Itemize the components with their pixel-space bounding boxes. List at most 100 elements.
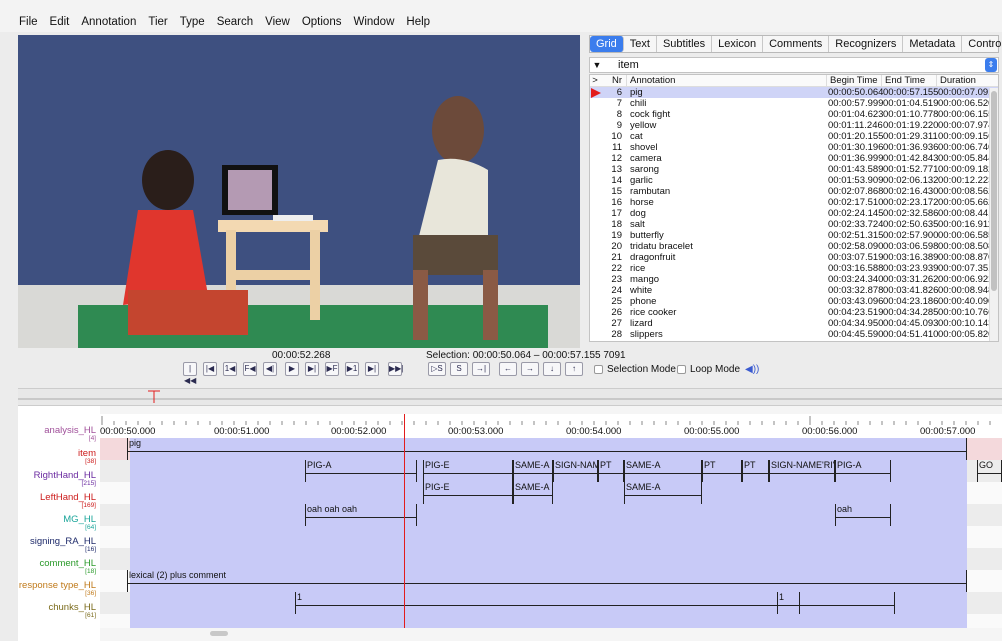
tier-label[interactable]: comment_HL [18]: [40, 559, 97, 575]
player-button-7[interactable]: ▶|: [305, 362, 319, 376]
col-begin-time[interactable]: Begin Time: [826, 75, 881, 86]
timeline-scrollbar[interactable]: [100, 628, 1002, 641]
annotation-righthand[interactable]: PT: [742, 460, 769, 482]
loop-mode-checkbox[interactable]: [677, 365, 686, 374]
annotation-item[interactable]: pig: [127, 438, 967, 460]
tier-label[interactable]: LeftHand_HL [169]: [40, 493, 96, 509]
annotation-chunks[interactable]: 1: [777, 592, 895, 614]
table-row[interactable]: 16 horse 00:02:17.510 00:02:23.172 00:00:05.…: [590, 197, 998, 208]
table-row[interactable]: 18 salt 00:02:33.724 00:02:50.635 00:00:16.9…: [590, 219, 998, 230]
annotation-righthand[interactable]: PIG-E: [423, 460, 513, 482]
tab-lexicon[interactable]: Lexicon: [712, 36, 764, 52]
tier-label[interactable]: signing_RA_HL [16]: [30, 537, 96, 553]
dropdown-arrow-icon[interactable]: ⇕: [985, 58, 997, 72]
menu-search[interactable]: Search: [217, 16, 253, 28]
table-row[interactable]: 23 mango 00:03:24.340 00:03:31.262 00:00:06.…: [590, 274, 998, 285]
menu-file[interactable]: File: [19, 16, 38, 28]
collapse-triangle-icon[interactable]: ▼: [590, 60, 604, 70]
table-row[interactable]: 13 sarong 00:01:43.589 00:01:52.771 00:00:09…: [590, 164, 998, 175]
player-button-6[interactable]: ▶: [285, 362, 299, 376]
selection-button-2[interactable]: S: [450, 362, 468, 376]
menu-help[interactable]: Help: [406, 16, 430, 28]
tab-metadata[interactable]: Metadata: [903, 36, 963, 52]
table-row[interactable]: 27 lizard 00:04:34.950 00:04:45.093 00:00:10…: [590, 318, 998, 329]
col-end-time[interactable]: End Time: [881, 75, 936, 86]
nav-button-1[interactable]: ←: [499, 362, 517, 376]
tier-label[interactable]: item [38]: [78, 449, 96, 465]
annotation-lefthand[interactable]: SAME-A: [513, 482, 553, 504]
player-button-5[interactable]: ◀|: [263, 362, 277, 376]
grid-scrollbar[interactable]: [989, 88, 998, 341]
nav-button-3[interactable]: ↓: [543, 362, 561, 376]
nav-button-4[interactable]: ↑: [565, 362, 583, 376]
annotation-chunks[interactable]: 1: [295, 592, 800, 614]
annotation-righthand[interactable]: GO: [977, 460, 1002, 482]
menu-window[interactable]: Window: [353, 16, 394, 28]
selection-button-1[interactable]: ▷S: [428, 362, 446, 376]
annotation-mg[interactable]: oah oah oah: [305, 504, 417, 526]
annotation-righthand[interactable]: PIG-A: [835, 460, 891, 482]
player-button-1[interactable]: |◀◀: [183, 362, 197, 385]
annotation-righthand[interactable]: SIGN-NAM: [553, 460, 598, 482]
col-nr[interactable]: Nr: [600, 75, 626, 86]
table-row[interactable]: 8 cock fight 00:01:04.623 00:01:10.778 00:00…: [590, 109, 998, 120]
col-annotation[interactable]: Annotation: [626, 75, 826, 86]
nav-button-2[interactable]: →: [521, 362, 539, 376]
tier-label[interactable]: response type_HL [36]: [19, 581, 96, 597]
tab-comments[interactable]: Comments: [763, 36, 830, 52]
table-row[interactable]: 9 yellow 00:01:11.246 00:01:19.220 00:00:07.…: [590, 120, 998, 131]
annotation-lefthand[interactable]: PIG-E: [423, 482, 513, 504]
timeline-viewer[interactable]: analysis_HL [4] item [38] RightHand_HL [215] L…: [18, 406, 1002, 641]
table-row[interactable]: 7 chili 00:00:57.999 00:01:04.519 00:00:06.5…: [590, 98, 998, 109]
annotation-lefthand[interactable]: SAME-A: [624, 482, 702, 504]
player-button-10[interactable]: ▶|: [365, 362, 379, 376]
tab-subtitles[interactable]: Subtitles: [657, 36, 713, 52]
table-row[interactable]: 11 shovel 00:01:30.196 00:01:36.936 00:00:06…: [590, 142, 998, 153]
tab-text[interactable]: Text: [624, 36, 657, 52]
table-row[interactable]: 6 pig 00:00:50.064 00:00:57.155 00:00:07.091: [590, 87, 998, 98]
player-button-3[interactable]: 1◀: [223, 362, 237, 376]
table-row[interactable]: 22 rice 00:03:16.588 00:03:23.939 00:00:07.3…: [590, 263, 998, 274]
table-row[interactable]: 12 camera 00:01:36.999 00:01:42.843 00:00:05…: [590, 153, 998, 164]
annotation-righthand[interactable]: PT: [598, 460, 624, 482]
selection-button-3[interactable]: →|: [472, 362, 490, 376]
overview-ruler[interactable]: [18, 388, 1002, 406]
tab-controls[interactable]: Controls: [962, 36, 1002, 52]
timeline-scroll-thumb[interactable]: [210, 631, 228, 636]
player-button-4[interactable]: F◀: [243, 362, 257, 376]
menu-type[interactable]: Type: [180, 16, 205, 28]
annotation-mg[interactable]: oah: [835, 504, 891, 526]
crosshair-cursor[interactable]: [404, 414, 405, 628]
video-viewer[interactable]: [18, 35, 580, 348]
table-row[interactable]: 26 rice cooker 00:04:23.519 00:04:34.285 00:…: [590, 307, 998, 318]
table-row[interactable]: 19 butterfly 00:02:51.315 00:02:57.900 00:00…: [590, 230, 998, 241]
table-row[interactable]: 14 garlic 00:01:53.909 00:02:06.132 00:00:12…: [590, 175, 998, 186]
tab-recognizers[interactable]: Recognizers: [829, 36, 904, 52]
tier-tracks[interactable]: 00:00:50.000 00:00:51.000 00:00:52.000 00:0…: [100, 406, 1002, 641]
annotation-righthand[interactable]: SAME-A: [624, 460, 702, 482]
table-row[interactable]: 15 rambutan 00:02:07.868 00:02:16.430 00:00:…: [590, 186, 998, 197]
tier-label[interactable]: RightHand_HL [215]: [34, 471, 96, 487]
grid-scroll-thumb[interactable]: [991, 91, 997, 291]
tier-label[interactable]: analysis_HL [4]: [44, 426, 96, 442]
volume-icon[interactable]: ◀)): [745, 364, 759, 375]
table-row[interactable]: 20 tridatu bracelet 00:02:58.090 00:03:06.5…: [590, 241, 998, 252]
selection-mode-checkbox[interactable]: [594, 365, 603, 374]
menu-tier[interactable]: Tier: [148, 16, 167, 28]
player-button-9[interactable]: ▶1: [345, 362, 359, 376]
annotation-righthand[interactable]: SAME-A: [513, 460, 553, 482]
annotation-righthand[interactable]: PT: [702, 460, 742, 482]
table-row[interactable]: 28 slippers 00:04:45.590 00:04:51.410 00:00:…: [590, 329, 998, 340]
annotation-response[interactable]: lexical (2) plus comment: [127, 570, 967, 592]
tier-label[interactable]: chunks_HL [61]: [48, 603, 96, 619]
menu-annotation[interactable]: Annotation: [81, 16, 136, 28]
player-button-11[interactable]: ▶▶|: [388, 362, 403, 376]
tier-label[interactable]: MG_HL [64]: [63, 515, 96, 531]
annotation-righthand[interactable]: SIGN-NAME'RI': [769, 460, 835, 482]
annotation-righthand[interactable]: PIG-A: [305, 460, 417, 482]
table-row[interactable]: 24 white 00:03:32.878 00:03:41.826 00:00:08.…: [590, 285, 998, 296]
table-row[interactable]: 21 dragonfruit 00:03:07.519 00:03:16.389 00:…: [590, 252, 998, 263]
player-button-8[interactable]: ▶F: [325, 362, 339, 376]
menu-edit[interactable]: Edit: [50, 16, 70, 28]
col-duration[interactable]: Duration: [936, 75, 991, 86]
